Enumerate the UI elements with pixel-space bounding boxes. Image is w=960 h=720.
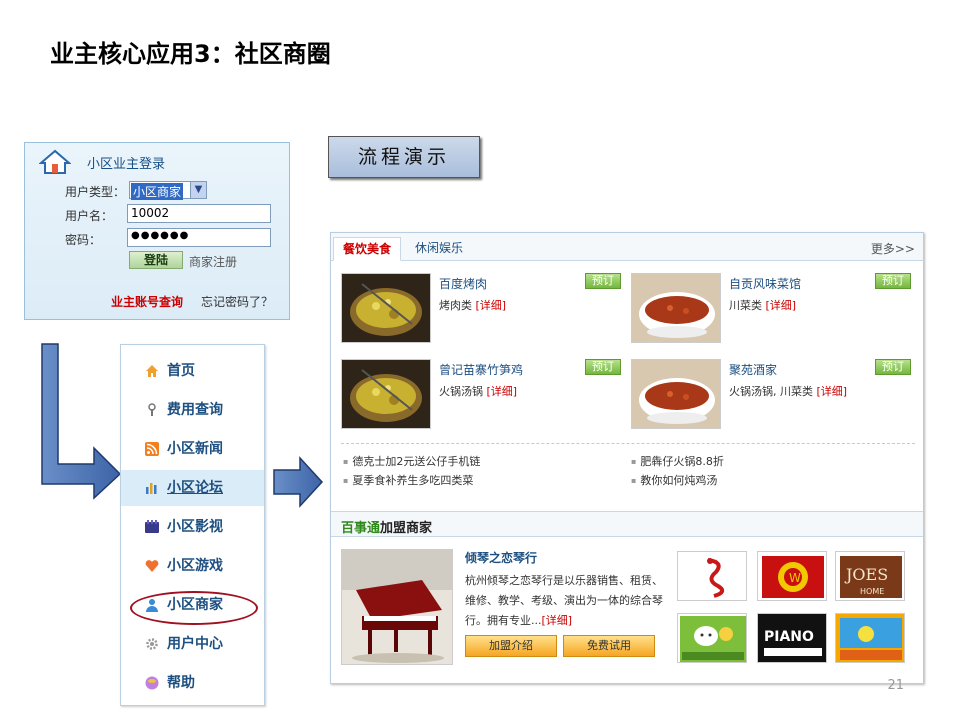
account-query-link[interactable]: 业主账号查询 [111,293,183,310]
right-arrow [273,456,324,508]
join-intro-button[interactable]: 加盟介绍 [465,635,557,657]
chevron-down-icon[interactable]: ▼ [190,182,206,198]
username-field[interactable]: 10002 [127,204,271,223]
nav-item-movies[interactable]: 小区影视 [121,509,264,545]
detail-link[interactable]: [详细] [542,614,573,627]
food-item: 百度烤肉 烤肉类 [详细] 预订 [341,273,621,345]
food-item: 聚苑酒家 火锅汤锅, 川菜类 [详细] 预订 [631,359,911,431]
food-photo[interactable] [631,273,721,343]
news-link[interactable]: 夏季食补养生多吃四类菜 [343,472,473,488]
bar-chart-icon [146,483,157,494]
login-title: 小区业主登录 [87,157,166,172]
register-link[interactable]: 商家注册 [189,253,237,270]
home-icon [39,149,71,174]
forgot-password-link[interactable]: 忘记密码了？ [201,293,273,310]
detail-link[interactable]: [详细] [817,385,848,398]
merchant-content-panel: 餐饮美食 休闲娱乐 更多>> 百度烤肉 烤肉类 [详细] 预订 自贡风味菜馆 川… [330,232,924,684]
username-label: 用户名： [65,209,114,223]
nav-item-games[interactable]: 小区游戏 [121,548,264,584]
rss-icon [145,442,159,456]
city-logo[interactable] [835,613,905,663]
sheep-logo[interactable] [677,613,747,663]
slide-title: 业主核心应用3：社区商圈 [50,40,331,68]
book-button[interactable]: 预订 [875,273,911,289]
login-panel: 小区业主登录 用户类型： 小区商家 ▼ 用户名： 10002 密码： ●●●●●●… [24,142,290,320]
help-icon [145,676,159,690]
nav-label: 小区论坛 [167,480,223,496]
food-name[interactable]: 聚苑酒家 [729,361,777,378]
merchant-brand: 百事通 [341,521,381,536]
tab-food[interactable]: 餐饮美食 [333,237,401,261]
divider [341,443,915,444]
category-tabs: 餐饮美食 休闲娱乐 更多>> [331,233,923,261]
detail-link[interactable]: [详细] [487,385,518,398]
page-number: 21 [887,678,904,693]
food-name[interactable]: 百度烤肉 [439,275,487,292]
food-category: 火锅汤锅 [439,385,483,398]
user-type-select[interactable]: 小区商家 ▼ [129,181,207,200]
gear-icon [146,638,158,650]
down-right-arrow [41,343,122,500]
side-navigation: 首页 费用查询 小区新闻 小区论坛 小区影视 小区游戏 小区商家 用户中心 帮助 [120,344,265,706]
more-link[interactable]: 更多>> [871,240,915,257]
nav-label: 小区影视 [167,519,223,535]
book-button[interactable]: 预订 [585,273,621,289]
food-category: 火锅汤锅, 川菜类 [729,385,813,398]
piano-photo[interactable] [341,549,453,665]
free-trial-button[interactable]: 免费试用 [563,635,655,657]
svg-text:JOES: JOES [844,565,888,584]
food-photo[interactable] [341,273,431,343]
nav-label: 用户中心 [167,636,223,652]
nav-item-user-center[interactable]: 用户中心 [121,626,264,662]
food-category: 烤肉类 [439,299,472,312]
book-button[interactable]: 预订 [585,359,621,375]
svg-text:PIANO: PIANO [764,629,814,645]
tab-leisure[interactable]: 休闲娱乐 [407,237,471,261]
news-link[interactable]: 肥犇仔火锅8.8折 [631,453,724,469]
demo-button[interactable]: 流程演示 [328,136,480,178]
dragon-logo[interactable] [677,551,747,601]
news-link[interactable]: 教你如何炖鸡汤 [631,472,717,488]
nav-item-forum[interactable]: 小区论坛 [121,470,264,506]
nav-item-help[interactable]: 帮助 [121,665,264,701]
svg-text:HOME: HOME [860,587,884,596]
nav-item-news[interactable]: 小区新闻 [121,431,264,467]
user-type-value: 小区商家 [131,183,184,200]
detail-link[interactable]: [详细] [476,299,507,312]
user-type-label: 用户类型： [65,185,126,199]
piano-logo[interactable]: PIANO [757,613,827,663]
food-item: 自贡风味菜馆 川菜类 [详细] 预订 [631,273,911,345]
film-icon [145,520,159,533]
svg-text:W: W [789,571,801,585]
food-item: 曾记苗寨竹笋鸡 火锅汤锅 [详细] 预订 [341,359,621,431]
nav-label: 首页 [167,363,195,379]
home-icon [146,365,158,377]
food-photo[interactable] [341,359,431,429]
news-link[interactable]: 德克士加2元送公仔手机链 [343,453,480,469]
wuliangye-logo[interactable]: W [757,551,827,601]
joes-home-logo[interactable]: JOES HOME [835,551,905,601]
password-label: 密码： [65,233,102,247]
nav-item-home[interactable]: 首页 [121,353,264,389]
nav-label: 小区游戏 [167,558,223,574]
merchant-section-header: 百事通加盟商家 [331,511,923,537]
highlight-circle [130,591,258,625]
shop-name[interactable]: 倾琴之恋琴行 [465,549,537,566]
food-name[interactable]: 曾记苗寨竹笋鸡 [439,361,523,378]
food-name[interactable]: 自贡风味菜馆 [729,275,801,292]
nav-item-fee-query[interactable]: 费用查询 [121,392,264,428]
merchant-section-title: 加盟商家 [380,521,433,536]
food-photo[interactable] [631,359,721,429]
nav-label: 帮助 [167,675,195,691]
detail-link[interactable]: [详细] [766,299,797,312]
key-icon [148,403,156,416]
heart-icon [145,560,159,572]
password-field[interactable]: ●●●●●● [127,228,271,247]
nav-label: 小区新闻 [167,441,223,457]
login-button[interactable]: 登陆 [129,251,183,269]
food-category: 川菜类 [729,299,762,312]
book-button[interactable]: 预订 [875,359,911,375]
nav-label: 费用查询 [167,402,223,418]
